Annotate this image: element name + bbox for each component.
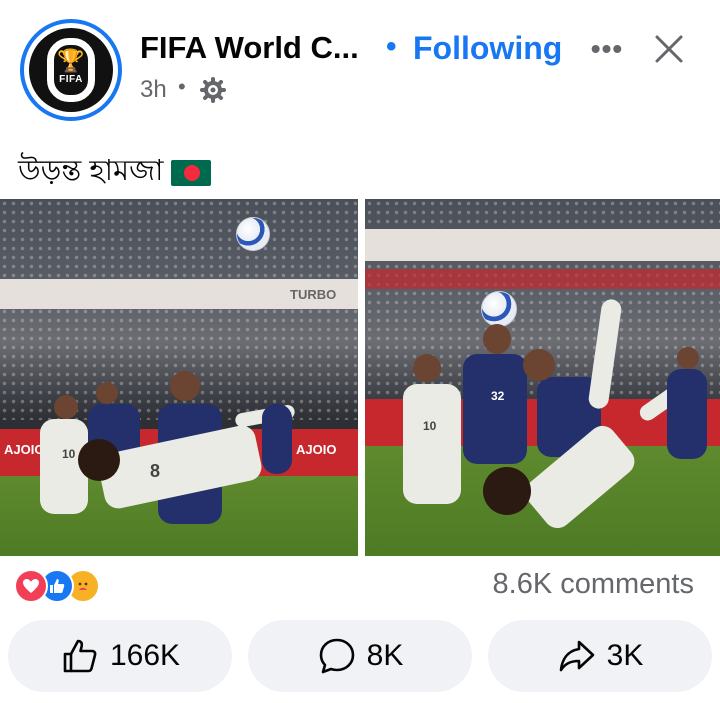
player-blue-3	[667, 369, 707, 459]
post-header: 🏆 FIFA FIFA World C... • Following ••• 3…	[0, 0, 720, 121]
board-text: TURBO	[290, 287, 337, 302]
share-arrow-icon	[559, 640, 594, 672]
love-icon	[14, 569, 48, 603]
football	[236, 217, 270, 251]
comment-button[interactable]: 8K	[248, 620, 472, 692]
bangladesh-flag-icon	[171, 159, 212, 186]
ad-text-right: AJOIO	[296, 442, 337, 457]
share-count: 3K	[606, 639, 644, 672]
post-photo-2[interactable]: 10 32	[365, 199, 720, 556]
comment-bubble-icon	[319, 638, 354, 674]
post-photo-1[interactable]: TURBO AJOIO AJOIO 10 8	[0, 199, 358, 556]
timestamp-separator: •	[178, 74, 186, 99]
more-options-button[interactable]: •••	[584, 26, 630, 72]
post-actions: 166K 8K 3K	[0, 620, 720, 692]
audience-gear-icon[interactable]	[200, 77, 226, 103]
thumbs-up-icon	[63, 639, 97, 673]
player-blue-32	[463, 354, 527, 464]
gear-icon	[200, 77, 226, 103]
stadium-board	[365, 229, 720, 261]
share-button[interactable]: 3K	[488, 620, 712, 692]
comments-count-link[interactable]: 8.6K comments	[493, 568, 694, 601]
comment-count: 8K	[366, 639, 404, 672]
like-button[interactable]: 166K	[8, 620, 232, 692]
post-caption: উড়ন্ত হামজা	[18, 148, 212, 197]
post-timestamp[interactable]: 3h	[140, 76, 167, 104]
football	[481, 291, 517, 327]
caption-text: উড়ন্ত হামজা	[18, 155, 164, 187]
player-white-10	[403, 384, 461, 504]
ad-text-left: AJOIO	[4, 442, 45, 457]
following-button[interactable]: Following	[413, 30, 562, 67]
header-separator: •	[386, 30, 397, 63]
fifa-logo: 🏆 FIFA	[29, 28, 113, 112]
page-avatar[interactable]: 🏆 FIFA	[20, 19, 122, 121]
close-button[interactable]	[648, 28, 690, 70]
fifa-ring-shape	[47, 38, 95, 102]
close-icon	[655, 35, 683, 63]
page-name[interactable]: FIFA World C...	[140, 30, 359, 66]
reactions-summary[interactable]	[14, 568, 100, 604]
like-count: 166K	[109, 639, 181, 672]
